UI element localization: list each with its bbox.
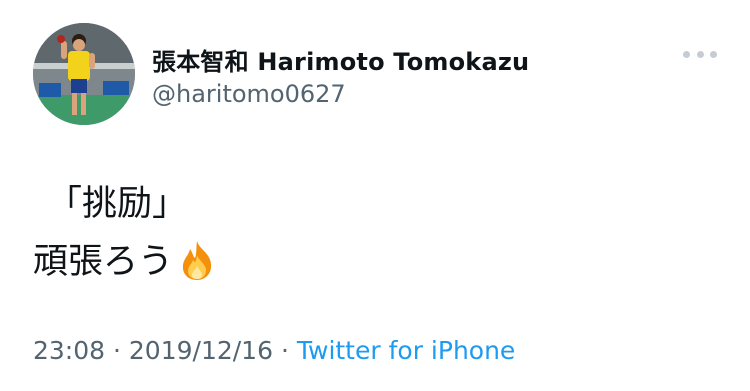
tweet-date[interactable]: 2019/12/16 bbox=[129, 336, 273, 365]
tweet-meta: 23:08 · 2019/12/16 · Twitter for iPhone bbox=[33, 336, 515, 365]
more-horizontal-icon bbox=[683, 50, 690, 58]
more-horizontal-icon-dot bbox=[696, 50, 704, 58]
tweet-line-2: 頑張ろう bbox=[33, 233, 217, 291]
meta-separator-2: · bbox=[280, 336, 289, 365]
avatar-photo bbox=[33, 23, 135, 125]
avatar[interactable] bbox=[33, 23, 135, 125]
author-handle[interactable]: @haritomo0627 bbox=[152, 80, 346, 108]
meta-separator: · bbox=[113, 336, 121, 365]
tweet-time[interactable]: 23:08 bbox=[33, 336, 105, 365]
tweet-source-link[interactable]: Twitter for iPhone bbox=[297, 336, 515, 365]
more-options-button[interactable] bbox=[683, 44, 717, 64]
tweet-line-2-text: 頑張ろう bbox=[33, 242, 174, 282]
author-display-name[interactable]: 張本智和 Harimoto Tomokazu bbox=[152, 42, 529, 77]
tweet-text: 「挑励」 頑張ろう bbox=[33, 175, 217, 291]
tweet-line-1: 「挑励」 bbox=[47, 184, 188, 224]
more-horizontal-icon-dot bbox=[710, 50, 717, 58]
fire-icon bbox=[177, 239, 217, 281]
